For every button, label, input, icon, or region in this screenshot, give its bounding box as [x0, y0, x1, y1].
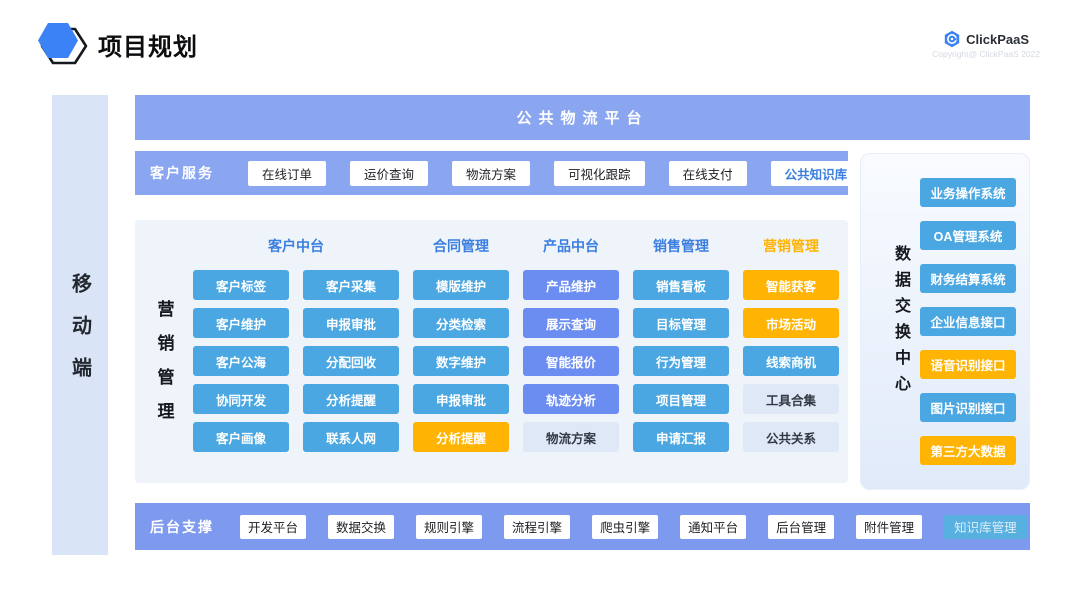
header-product-middle-platform: 产品中台 — [523, 236, 619, 256]
button-online-payment[interactable]: 在线支付 — [669, 161, 747, 186]
customer-service-label: 客户服务 — [150, 163, 234, 183]
data-center-label: 数据交换中心 — [888, 245, 912, 401]
matrix-cell[interactable]: 销售看板 — [633, 270, 729, 300]
dc-item-financial-settlement-system[interactable]: 财务结算系统 — [920, 264, 1016, 293]
matrix-cell[interactable]: 协同开发 — [193, 384, 289, 414]
matrix-cell[interactable]: 客户画像 — [193, 422, 289, 452]
matrix-cell[interactable]: 工具合集 — [743, 384, 839, 414]
matrix-cell[interactable]: 分配回收 — [303, 346, 399, 376]
matrix-cell[interactable]: 智能获客 — [743, 270, 839, 300]
button-backend-management[interactable]: 后台管理 — [768, 515, 834, 539]
matrix-cell[interactable]: 智能报价 — [523, 346, 619, 376]
platform-banner-title: 公共物流平台 — [516, 107, 648, 128]
sidebar-mobile: 移动端 — [52, 95, 108, 555]
platform-banner: 公共物流平台 — [135, 95, 1030, 140]
brand-block: ClickPaaS Copyright@ ClickPaaS 2022 — [932, 30, 1040, 59]
dc-item-business-operation-system[interactable]: 业务操作系统 — [920, 178, 1016, 207]
dc-item-enterprise-info-interface[interactable]: 企业信息接口 — [920, 307, 1016, 336]
matrix-cell[interactable]: 数字维护 — [413, 346, 509, 376]
matrix-row-label: 营销管理 — [152, 300, 177, 436]
matrix-grid: 客户标签 客户采集 模版维护 产品维护 销售看板 智能获客 客户维护 申报审批 … — [193, 270, 839, 452]
matrix-cell[interactable]: 申报审批 — [413, 384, 509, 414]
dc-item-voice-recognition-interface[interactable]: 语音识别接口 — [920, 350, 1016, 379]
matrix-cell[interactable]: 市场活动 — [743, 308, 839, 338]
matrix-cell[interactable]: 物流方案 — [523, 422, 619, 452]
matrix-cell[interactable]: 分析提醒 — [303, 384, 399, 414]
marketing-matrix-panel: 营销管理 客户中台 合同管理 产品中台 销售管理 营销管理 客户标签 客户采集 … — [135, 220, 848, 483]
matrix-cell[interactable]: 分类检索 — [413, 308, 509, 338]
button-online-order[interactable]: 在线订单 — [248, 161, 326, 186]
matrix-cell[interactable]: 公共关系 — [743, 422, 839, 452]
button-process-engine[interactable]: 流程引擎 — [504, 515, 570, 539]
brand-name: ClickPaaS — [966, 32, 1029, 47]
matrix-row-label-wrap: 营销管理 — [147, 300, 181, 436]
matrix-cell[interactable]: 目标管理 — [633, 308, 729, 338]
matrix-cell[interactable]: 客户采集 — [303, 270, 399, 300]
button-knowledge-base-management[interactable]: 知识库管理 — [944, 515, 1027, 539]
matrix-cell[interactable]: 产品维护 — [523, 270, 619, 300]
button-visual-tracking[interactable]: 可视化跟踪 — [554, 161, 645, 186]
matrix-cell[interactable]: 展示查询 — [523, 308, 619, 338]
backend-support-label: 后台支撑 — [150, 517, 234, 537]
header-customer-middle-platform: 客户中台 — [193, 236, 399, 256]
matrix-cell[interactable]: 申请汇报 — [633, 422, 729, 452]
matrix-cell[interactable]: 线索商机 — [743, 346, 839, 376]
backend-buttons: 开发平台 数据交换 规则引擎 流程引擎 爬虫引擎 通知平台 后台管理 附件管理 … — [240, 515, 1027, 539]
sidebar-label: 移动端 — [66, 251, 95, 399]
copyright-text: Copyright@ ClickPaaS 2022 — [932, 49, 1040, 59]
matrix-cell[interactable]: 客户公海 — [193, 346, 289, 376]
matrix-cell[interactable]: 联系人网 — [303, 422, 399, 452]
dc-item-oa-management-system[interactable]: OA管理系统 — [920, 221, 1016, 250]
backend-support-band: 后台支撑 开发平台 数据交换 规则引擎 流程引擎 爬虫引擎 通知平台 后台管理 … — [135, 503, 1030, 550]
matrix-cell[interactable]: 模版维护 — [413, 270, 509, 300]
matrix-cell[interactable]: 客户维护 — [193, 308, 289, 338]
button-attachment-management[interactable]: 附件管理 — [856, 515, 922, 539]
button-notification-platform[interactable]: 通知平台 — [680, 515, 746, 539]
matrix-cell[interactable]: 项目管理 — [633, 384, 729, 414]
customer-service-buttons: 在线订单 运价查询 物流方案 可视化跟踪 在线支付 公共知识库 — [248, 161, 861, 186]
header-marketing-management: 营销管理 — [743, 236, 839, 256]
button-freight-query[interactable]: 运价查询 — [350, 161, 428, 186]
data-center-items: 业务操作系统 OA管理系统 财务结算系统 企业信息接口 语音识别接口 图片识别接… — [920, 178, 1016, 465]
matrix-cell[interactable]: 轨迹分析 — [523, 384, 619, 414]
app-logo-hexagon-icon — [36, 20, 88, 66]
matrix-cell[interactable]: 客户标签 — [193, 270, 289, 300]
matrix-cell[interactable]: 行为管理 — [633, 346, 729, 376]
page-title: 项目规划 — [98, 27, 198, 62]
matrix-cell[interactable]: 分析提醒 — [413, 422, 509, 452]
matrix-headers: 客户中台 合同管理 产品中台 销售管理 营销管理 — [193, 236, 839, 256]
button-public-knowledge-base[interactable]: 公共知识库 — [771, 161, 862, 186]
data-exchange-center-panel: 数据交换中心 业务操作系统 OA管理系统 财务结算系统 企业信息接口 语音识别接… — [860, 153, 1030, 490]
button-data-exchange[interactable]: 数据交换 — [328, 515, 394, 539]
button-crawler-engine[interactable]: 爬虫引擎 — [592, 515, 658, 539]
header-contract-management: 合同管理 — [413, 236, 509, 256]
button-logistics-plan[interactable]: 物流方案 — [452, 161, 530, 186]
button-rule-engine[interactable]: 规则引擎 — [416, 515, 482, 539]
header-sales-management: 销售管理 — [633, 236, 729, 256]
clickpaas-logo-icon — [943, 30, 961, 48]
data-center-label-wrap: 数据交换中心 — [884, 245, 916, 401]
button-dev-platform[interactable]: 开发平台 — [240, 515, 306, 539]
customer-service-band: 客户服务 在线订单 运价查询 物流方案 可视化跟踪 在线支付 公共知识库 — [135, 151, 848, 195]
dc-item-image-recognition-interface[interactable]: 图片识别接口 — [920, 393, 1016, 422]
dc-item-third-party-big-data[interactable]: 第三方大数据 — [920, 436, 1016, 465]
matrix-cell[interactable]: 申报审批 — [303, 308, 399, 338]
